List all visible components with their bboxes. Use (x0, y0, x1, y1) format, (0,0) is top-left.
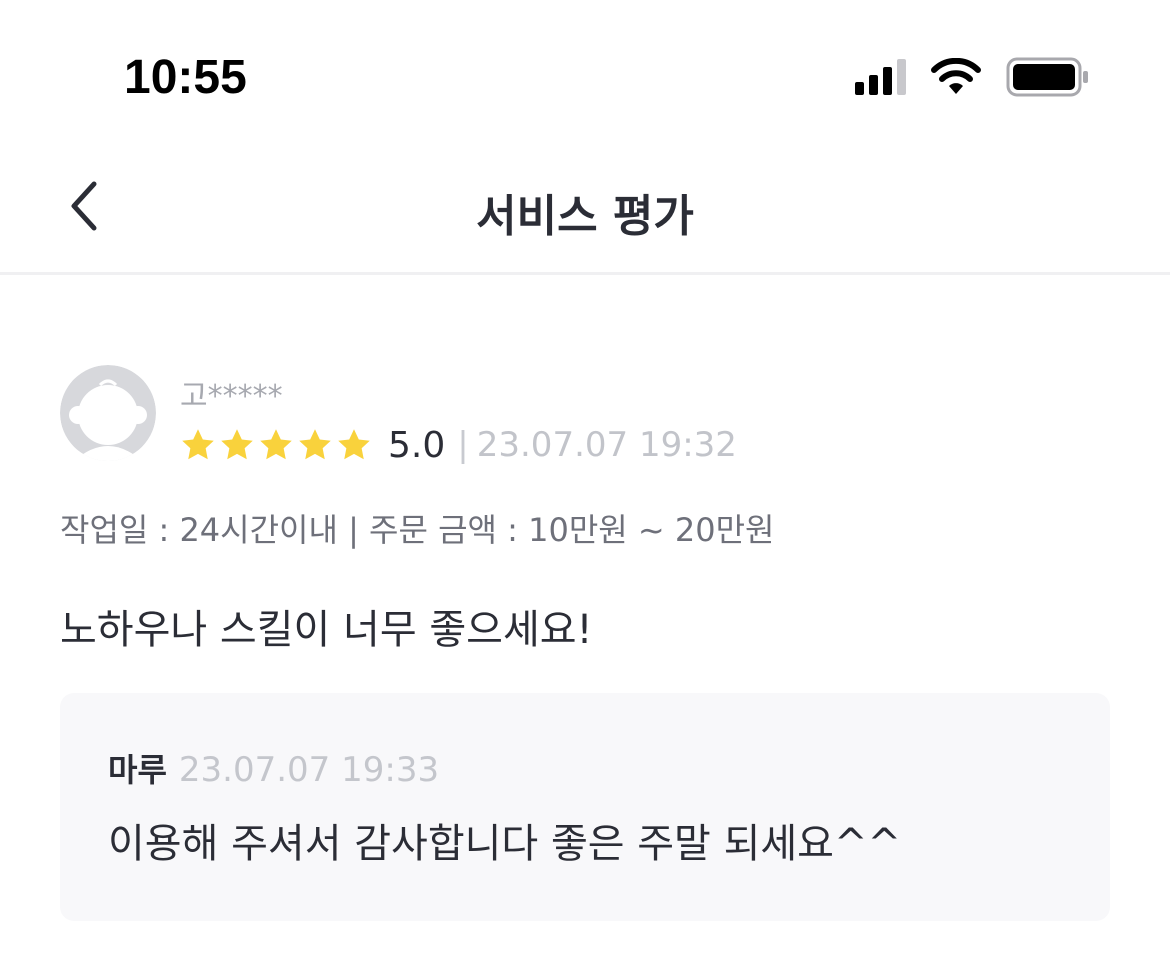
star-icon (299, 429, 331, 460)
review-text: 노하우나 스킬이 너무 좋으세요! (60, 607, 593, 653)
order-meta: 작업일 : 24시간이내 | 주문 금액 : 10만원 ~ 20만원 (60, 511, 775, 549)
wifi-icon (931, 58, 981, 94)
status-time: 10:55 (124, 51, 247, 104)
star-rating (180, 427, 372, 463)
reply-header: 마루 23.07.07 19:33 (108, 745, 439, 791)
default-avatar-icon (60, 365, 156, 461)
seller-reply: 마루 23.07.07 19:33 이용해 주셔서 감사합니다 좋은 주말 되세… (60, 693, 1110, 921)
avatar (60, 365, 156, 461)
rating-value: 5.0 (388, 424, 446, 466)
navigation-header: 서비스 평가 (0, 150, 1170, 275)
reply-date: 23.07.07 19:33 (178, 750, 440, 790)
star-icon (221, 429, 253, 460)
rating-separator: | (457, 425, 469, 465)
review-date: 23.07.07 19:32 (476, 425, 737, 465)
star-icon (338, 429, 370, 460)
page-title: 서비스 평가 (476, 191, 694, 242)
status-bar: 10:55 (0, 0, 1170, 150)
reply-author: 마루 (108, 751, 167, 789)
rating-row: 5.0 | 23.07.07 19:32 (180, 423, 737, 467)
reviewer-name: 고***** (180, 379, 283, 414)
cellular-signal-icon (855, 59, 906, 95)
reply-text: 이용해 주셔서 감사합니다 좋은 주말 되세요^^ (108, 821, 902, 867)
status-icons (855, 57, 1090, 97)
star-icon (260, 429, 292, 460)
battery-icon (1006, 57, 1088, 97)
star-icon (182, 429, 214, 460)
